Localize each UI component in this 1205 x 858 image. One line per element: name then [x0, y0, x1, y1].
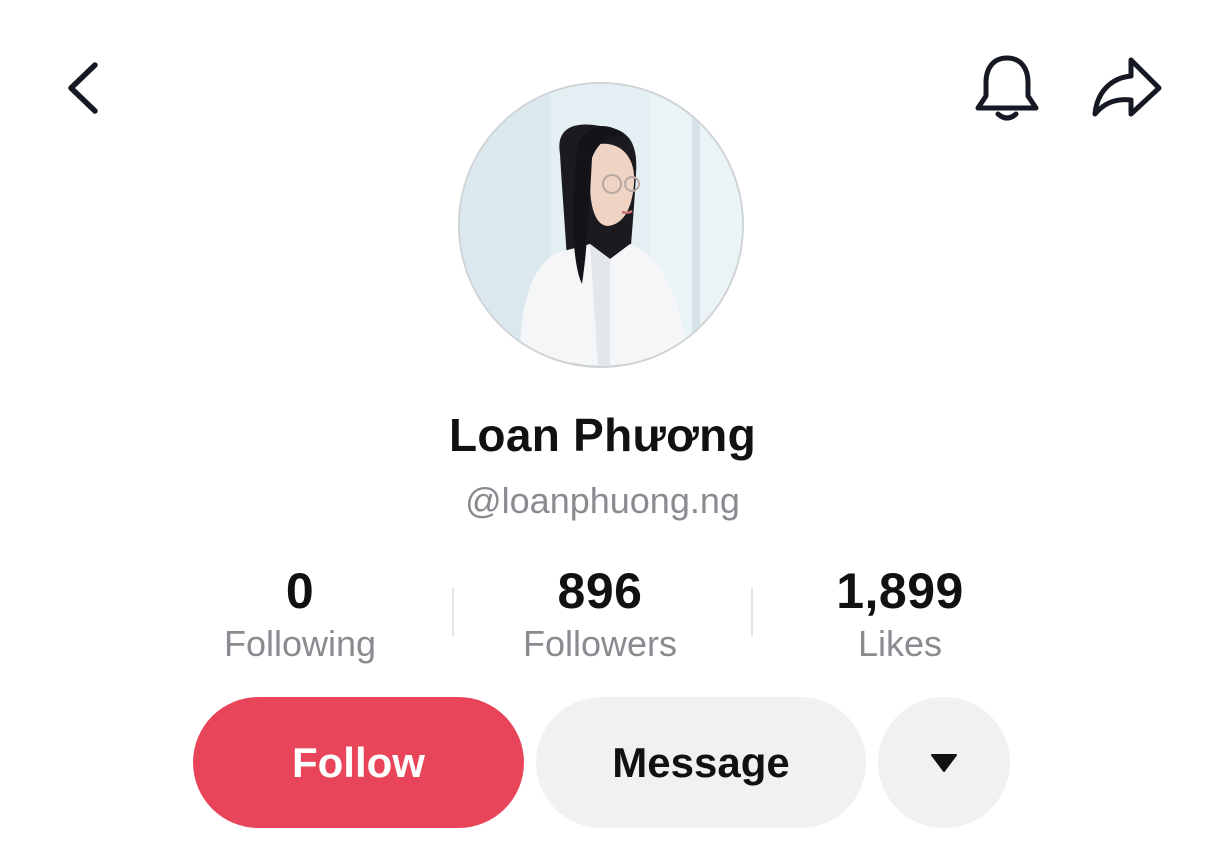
chevron-left-icon — [68, 62, 98, 114]
share-arrow-icon — [1092, 57, 1162, 117]
caret-down-icon — [931, 753, 957, 772]
username: @loanphuong.ng — [465, 480, 740, 521]
stat-value: 896 — [557, 563, 643, 619]
notification-button[interactable] — [970, 50, 1044, 126]
stat-label: Followers — [522, 623, 678, 664]
stat-followers[interactable]: 896 Followers — [450, 562, 750, 666]
message-button[interactable]: Message — [536, 697, 866, 828]
profile-stats: 0 Following 896 Followers 1,899 Likes — [150, 562, 1050, 672]
more-options-button[interactable] — [878, 697, 1010, 828]
share-button[interactable] — [1087, 52, 1167, 124]
bell-icon — [975, 55, 1039, 121]
follow-button[interactable]: Follow — [193, 697, 524, 828]
avatar[interactable] — [458, 82, 744, 368]
stat-following[interactable]: 0 Following — [150, 562, 450, 666]
stat-label: Likes — [857, 623, 943, 664]
profile-photo — [460, 84, 742, 366]
stat-likes[interactable]: 1,899 Likes — [750, 562, 1050, 666]
stat-label: Following — [223, 623, 377, 664]
stat-value: 1,899 — [836, 563, 964, 619]
stat-value: 0 — [285, 563, 315, 619]
back-button[interactable] — [55, 55, 115, 121]
display-name: Loan Phương — [449, 409, 756, 461]
